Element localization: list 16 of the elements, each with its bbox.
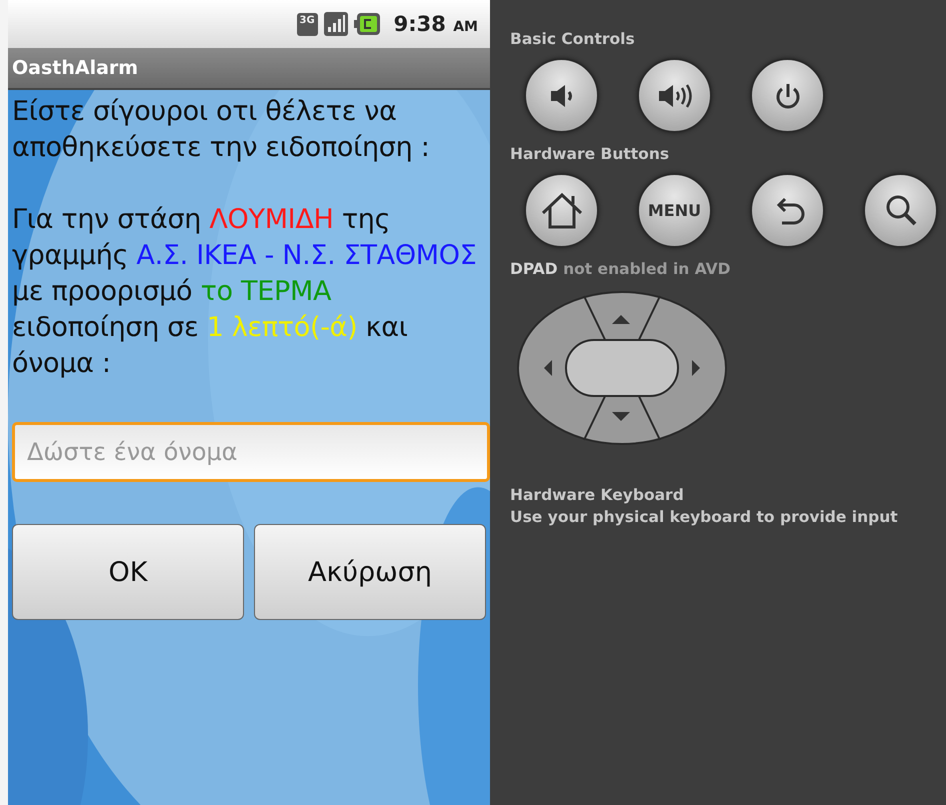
- battery-icon: [354, 13, 380, 35]
- signal-icon: [324, 12, 348, 36]
- section-title: Hardware Keyboard: [510, 485, 684, 506]
- clock: 9:38 AM: [394, 12, 478, 36]
- network-icon: 3G: [296, 12, 318, 36]
- dpad-note: DPAD not enabled in AVD: [510, 259, 731, 280]
- details-text: Για την στάση ΛΟΥΜΙΔΗ της γραμμής Α.Σ. ΙΚΕΑ - Ν.Σ. ΣΤΑΘΜΟΣ με προορισμό το ΤΕΡΜΑ ειδοποίηση σε 1 λεπτό(-ά) και όνομα :: [12, 203, 478, 381]
- name-input-field[interactable]: Δώστε ένα όνομα: [12, 422, 490, 482]
- menu-button[interactable]: MENU: [637, 173, 712, 248]
- prompt-text: Είστε σίγουροι οτι θέλετε να αποθηκεύσετε την ειδοποίηση :: [12, 95, 430, 165]
- dialog-button[interactable]: OK: [12, 524, 244, 620]
- section-title: Basic Controls: [510, 29, 635, 50]
- section-title: Hardware Buttons: [510, 144, 670, 165]
- keyboard-note: Use your physical keyboard to provide input: [510, 507, 898, 528]
- dialog-button[interactable]: Ακύρωση: [254, 524, 486, 620]
- app-title-bar: OasthAlarm: [8, 48, 490, 90]
